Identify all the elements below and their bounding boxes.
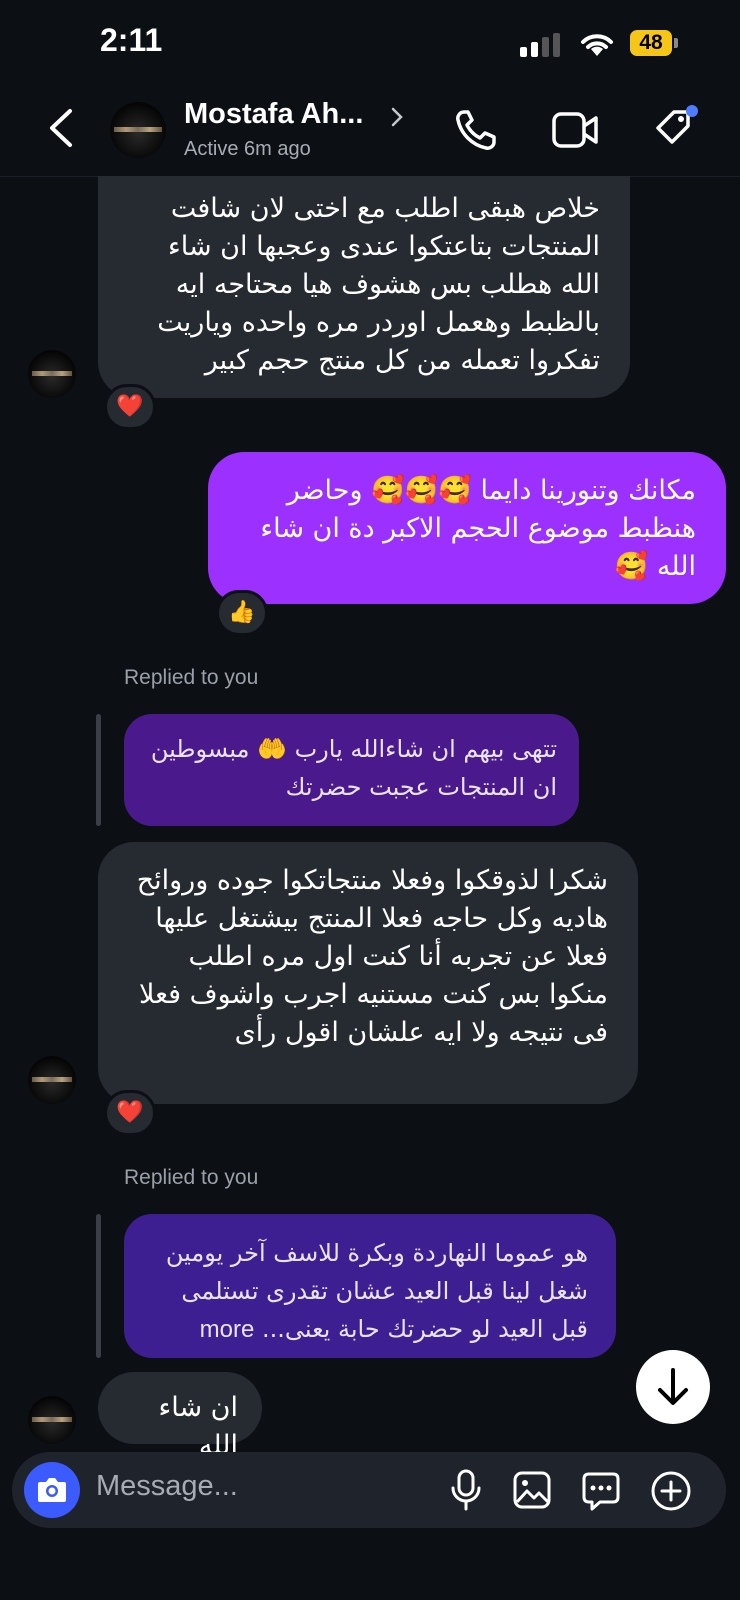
sender-avatar: [28, 1396, 76, 1444]
replied-label: Replied to you: [124, 666, 259, 689]
tag-icon[interactable]: [652, 104, 698, 150]
reaction-heart[interactable]: ❤️: [104, 384, 156, 430]
reply-bar: [96, 1214, 101, 1358]
sticker-icon[interactable]: [580, 1470, 622, 1512]
message-bubble-incoming[interactable]: خلاص هبقى اطلب مع اختى لان شافت المنتجات…: [98, 176, 630, 398]
phone-icon[interactable]: [454, 108, 498, 152]
reaction-thumbs-up[interactable]: 👍: [216, 590, 268, 636]
active-status: Active 6m ago: [184, 138, 311, 160]
reply-bar: [96, 714, 101, 826]
camera-icon: [38, 1478, 66, 1502]
arrow-down-icon: [658, 1368, 688, 1405]
message-bubble-outgoing[interactable]: مكانك وتنورينا دايما 🥰🥰🥰 وحاضر هنظبط موض…: [208, 452, 726, 604]
video-icon[interactable]: [552, 110, 600, 150]
battery-tip: [674, 38, 678, 48]
quote-line: هو عموما النهاردة وبكرة للاسف آخر يومين: [165, 1239, 588, 1267]
reaction-heart[interactable]: ❤️: [104, 1090, 156, 1136]
header-avatar[interactable]: [110, 102, 166, 158]
sender-avatar: [28, 1056, 76, 1104]
image-icon[interactable]: [512, 1470, 552, 1510]
quoted-message[interactable]: هو عموما النهاردة وبكرة للاسف آخر يومين …: [124, 1214, 616, 1358]
more-link[interactable]: more: [200, 1316, 255, 1343]
mic-icon[interactable]: [446, 1468, 486, 1512]
back-icon[interactable]: [46, 108, 76, 148]
wifi-icon: [581, 34, 613, 56]
scroll-to-bottom-button[interactable]: [636, 1350, 710, 1424]
chevron-right-icon[interactable]: [390, 106, 404, 128]
status-time: 2:11: [100, 22, 163, 58]
message-bubble-incoming[interactable]: شكرا لذوقكوا وفعلا منتجاتكوا جوده وروائح…: [98, 842, 638, 1104]
camera-button[interactable]: [24, 1462, 80, 1518]
sender-avatar: [28, 350, 76, 398]
battery-indicator: 48: [630, 30, 672, 56]
replied-label: Replied to you: [124, 1166, 259, 1189]
quote-line: قبل العيد لو حضرتك حابة يعنى... more: [148, 1310, 588, 1349]
message-bubble-incoming[interactable]: ان شاء الله: [98, 1372, 262, 1461]
quote-line: شغل لينا قبل العيد عشان تقدرى تستلمى: [181, 1277, 588, 1305]
plus-icon[interactable]: [650, 1470, 692, 1512]
quoted-message[interactable]: تتهى بيهم ان شاءالله يارب 🤲 مبسوطين ان ا…: [124, 714, 579, 826]
quote-line-text: قبل العيد لو حضرتك حابة يعنى...: [261, 1315, 588, 1343]
signal-icon: [520, 33, 560, 57]
message-input[interactable]: Message...: [96, 1470, 238, 1503]
contact-name[interactable]: Mostafa Ah...: [184, 98, 363, 131]
